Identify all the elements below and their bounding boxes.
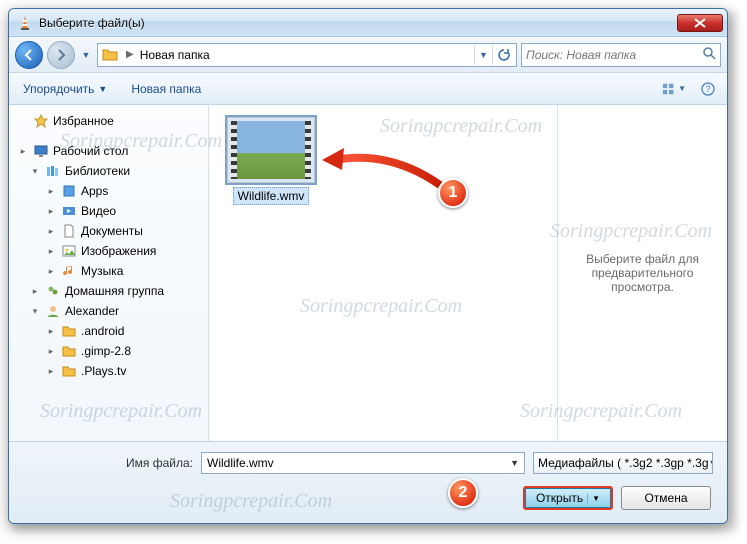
tree-pictures[interactable]: ▸Изображения xyxy=(9,241,208,261)
toolbar: Упорядочить▼ Новая папка ▼ ? xyxy=(9,73,727,105)
tree-favorites[interactable]: Избранное xyxy=(9,111,208,131)
documents-icon xyxy=(61,223,77,239)
window-title: Выберите файл(ы) xyxy=(39,16,677,30)
folder-icon xyxy=(61,343,77,359)
tree-homegroup[interactable]: ▸Домашняя группа xyxy=(9,281,208,301)
video-thumbnail xyxy=(227,117,315,183)
file-open-dialog: Выберите файл(ы) ▼ ▶ Новая папка ▼ xyxy=(8,8,728,524)
titlebar: Выберите файл(ы) xyxy=(9,9,727,37)
address-bar[interactable]: ▶ Новая папка ▼ xyxy=(97,43,517,67)
homegroup-icon xyxy=(45,283,61,299)
star-icon xyxy=(33,113,49,129)
folder-icon xyxy=(61,323,77,339)
view-options-button[interactable]: ▼ xyxy=(661,78,687,100)
tree-folder-playstv[interactable]: ▸.Plays.tv xyxy=(9,361,208,381)
nav-history-dropdown[interactable]: ▼ xyxy=(79,45,93,65)
navigation-tree[interactable]: Избранное ▸ Рабочий стол ▾ Библиотеки ▸A… xyxy=(9,105,209,441)
tree-music[interactable]: ▸Музыка xyxy=(9,261,208,281)
apps-icon xyxy=(61,183,77,199)
search-placeholder: Поиск: Новая папка xyxy=(526,48,636,62)
close-button[interactable] xyxy=(677,14,723,32)
cancel-button[interactable]: Отмена xyxy=(621,486,711,510)
vlc-cone-icon xyxy=(17,15,33,31)
tree-desktop[interactable]: ▸ Рабочий стол xyxy=(9,141,208,161)
nav-forward-button[interactable] xyxy=(47,41,75,69)
new-folder-button[interactable]: Новая папка xyxy=(123,78,209,100)
folder-icon xyxy=(61,363,77,379)
search-icon xyxy=(703,47,716,63)
filename-label: Имя файла: xyxy=(23,456,193,470)
file-name-label: Wildlife.wmv xyxy=(233,187,310,205)
tree-libraries[interactable]: ▾ Библиотеки xyxy=(9,161,208,181)
file-item[interactable]: Wildlife.wmv xyxy=(221,117,321,205)
folder-icon xyxy=(102,47,118,63)
libraries-icon xyxy=(45,163,61,179)
pictures-icon xyxy=(61,243,77,259)
user-icon xyxy=(45,303,61,319)
video-icon xyxy=(61,203,77,219)
annotation-arrow-1 xyxy=(320,140,450,200)
organize-button[interactable]: Упорядочить▼ xyxy=(15,78,115,100)
tree-folder-gimp[interactable]: ▸.gimp-2.8 xyxy=(9,341,208,361)
open-button[interactable]: Открыть▼ xyxy=(523,486,613,510)
music-icon xyxy=(61,263,77,279)
search-input[interactable]: Поиск: Новая папка xyxy=(521,43,721,67)
address-dropdown-icon[interactable]: ▼ xyxy=(474,45,492,65)
refresh-button[interactable] xyxy=(492,45,514,65)
preview-placeholder: Выберите файл для предварительного просм… xyxy=(568,252,717,294)
tree-folder-android[interactable]: ▸.android xyxy=(9,321,208,341)
annotation-callout-1: 1 xyxy=(438,178,468,208)
filetype-dropdown[interactable]: Медиафайлы ( *.3g2 *.3gp *.3g ▼ xyxy=(533,452,713,474)
annotation-callout-2: 2 xyxy=(448,478,478,508)
filename-input[interactable]: Wildlife.wmv ▼ xyxy=(201,452,525,474)
tree-documents[interactable]: ▸Документы xyxy=(9,221,208,241)
monitor-icon xyxy=(33,143,49,159)
tree-user[interactable]: ▾Alexander xyxy=(9,301,208,321)
help-button[interactable]: ? xyxy=(695,78,721,100)
svg-text:?: ? xyxy=(705,84,710,94)
footer: Имя файла: Wildlife.wmv ▼ Медиафайлы ( *… xyxy=(9,441,727,524)
tree-apps[interactable]: ▸Apps xyxy=(9,181,208,201)
preview-pane: Выберите файл для предварительного просм… xyxy=(557,105,727,441)
nav-bar: ▼ ▶ Новая папка ▼ Поиск: Новая папка xyxy=(9,37,727,73)
nav-back-button[interactable] xyxy=(15,41,43,69)
breadcrumb-segment[interactable]: Новая папка xyxy=(138,48,212,62)
breadcrumb-separator: ▶ xyxy=(122,49,138,60)
tree-video[interactable]: ▸Видео xyxy=(9,201,208,221)
